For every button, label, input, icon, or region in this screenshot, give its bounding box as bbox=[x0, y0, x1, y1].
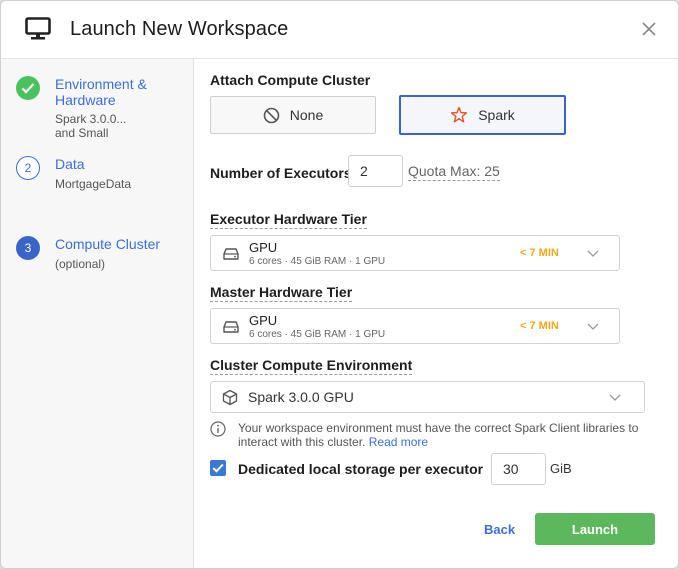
chevron-down-icon bbox=[587, 323, 599, 330]
close-icon[interactable] bbox=[639, 19, 659, 39]
cluster-none-label: None bbox=[289, 107, 324, 123]
monitor-icon bbox=[25, 17, 51, 40]
tier-eta: < 7 MIN bbox=[520, 320, 559, 332]
check-icon bbox=[212, 463, 224, 473]
launch-button[interactable]: Launch bbox=[535, 513, 655, 545]
chevron-down-icon bbox=[609, 394, 621, 401]
storage-input[interactable]: 30 bbox=[491, 453, 546, 485]
main-panel: Attach Compute Cluster None Spark Number… bbox=[195, 59, 678, 568]
step-title: Compute Cluster bbox=[55, 236, 161, 252]
step-subtitle: (optional) bbox=[55, 257, 106, 271]
drive-icon bbox=[223, 321, 239, 333]
steps-sidebar: Environment & Hardware Spark 3.0.0... an… bbox=[1, 59, 194, 568]
check-icon bbox=[16, 76, 40, 100]
step-title: Environment & bbox=[55, 76, 147, 92]
step-data[interactable]: 2 Data MortgageData bbox=[1, 149, 194, 209]
info-line-1: Your workspace environment must have the… bbox=[238, 421, 639, 435]
tier-name: GPU bbox=[249, 240, 278, 255]
storage-unit: GiB bbox=[550, 461, 572, 476]
chevron-down-icon bbox=[587, 250, 599, 257]
step-subtitle: Spark 3.0.0... bbox=[55, 112, 127, 126]
step-subtitle-line2: and Small bbox=[55, 126, 109, 140]
local-storage-label: Dedicated local storage per executor bbox=[238, 461, 484, 477]
step-environment-hardware[interactable]: Environment & Hardware Spark 3.0.0... an… bbox=[1, 59, 194, 149]
step-title: Data bbox=[55, 156, 85, 172]
spark-star-icon bbox=[451, 106, 468, 123]
quota-max-text: Quota Max: 25 bbox=[408, 163, 500, 181]
dialog-title: Launch New Workspace bbox=[70, 18, 289, 40]
compute-environment-select[interactable]: Spark 3.0.0 GPU bbox=[210, 381, 645, 413]
step-number: 2 bbox=[16, 156, 40, 180]
cluster-none-button[interactable]: None bbox=[210, 96, 376, 134]
info-line-2: interact with this cluster. bbox=[238, 435, 366, 449]
environment-value: Spark 3.0.0 GPU bbox=[248, 389, 354, 405]
local-storage-checkbox[interactable] bbox=[210, 460, 226, 476]
back-button[interactable]: Back bbox=[484, 522, 515, 537]
drive-icon bbox=[223, 248, 239, 260]
read-more-link[interactable]: Read more bbox=[369, 435, 428, 449]
executors-input[interactable]: 2 bbox=[348, 155, 403, 187]
step-compute-cluster[interactable]: 3 Compute Cluster (optional) bbox=[1, 229, 194, 289]
info-icon bbox=[210, 421, 226, 437]
step-title-line2: Hardware bbox=[55, 92, 116, 108]
compute-environment-label: Cluster Compute Environment bbox=[210, 357, 413, 375]
cube-icon bbox=[222, 389, 238, 406]
launch-workspace-dialog: Launch New Workspace Environment & Hardw… bbox=[0, 0, 679, 569]
tier-eta: < 7 MIN bbox=[520, 247, 559, 259]
tier-specs: 6 cores · 45 GiB RAM · 1 GPU bbox=[249, 256, 386, 267]
environment-info-text: Your workspace environment must have the… bbox=[238, 421, 658, 449]
cluster-spark-button[interactable]: Spark bbox=[399, 95, 566, 135]
attach-cluster-label: Attach Compute Cluster bbox=[210, 72, 371, 88]
master-tier-label: Master Hardware Tier bbox=[210, 284, 353, 302]
ban-icon bbox=[263, 107, 280, 123]
tier-name: GPU bbox=[249, 313, 278, 328]
executor-tier-select[interactable]: GPU 6 cores · 45 GiB RAM · 1 GPU < 7 MIN bbox=[210, 235, 620, 271]
executor-tier-label: Executor Hardware Tier bbox=[210, 211, 367, 229]
executors-label: Number of Executors bbox=[210, 165, 352, 181]
tier-specs: 6 cores · 45 GiB RAM · 1 GPU bbox=[249, 329, 386, 340]
step-number: 3 bbox=[16, 236, 40, 260]
dialog-header: Launch New Workspace bbox=[1, 1, 678, 59]
cluster-spark-label: Spark bbox=[478, 107, 515, 123]
step-subtitle: MortgageData bbox=[55, 177, 132, 191]
master-tier-select[interactable]: GPU 6 cores · 45 GiB RAM · 1 GPU < 7 MIN bbox=[210, 308, 620, 344]
